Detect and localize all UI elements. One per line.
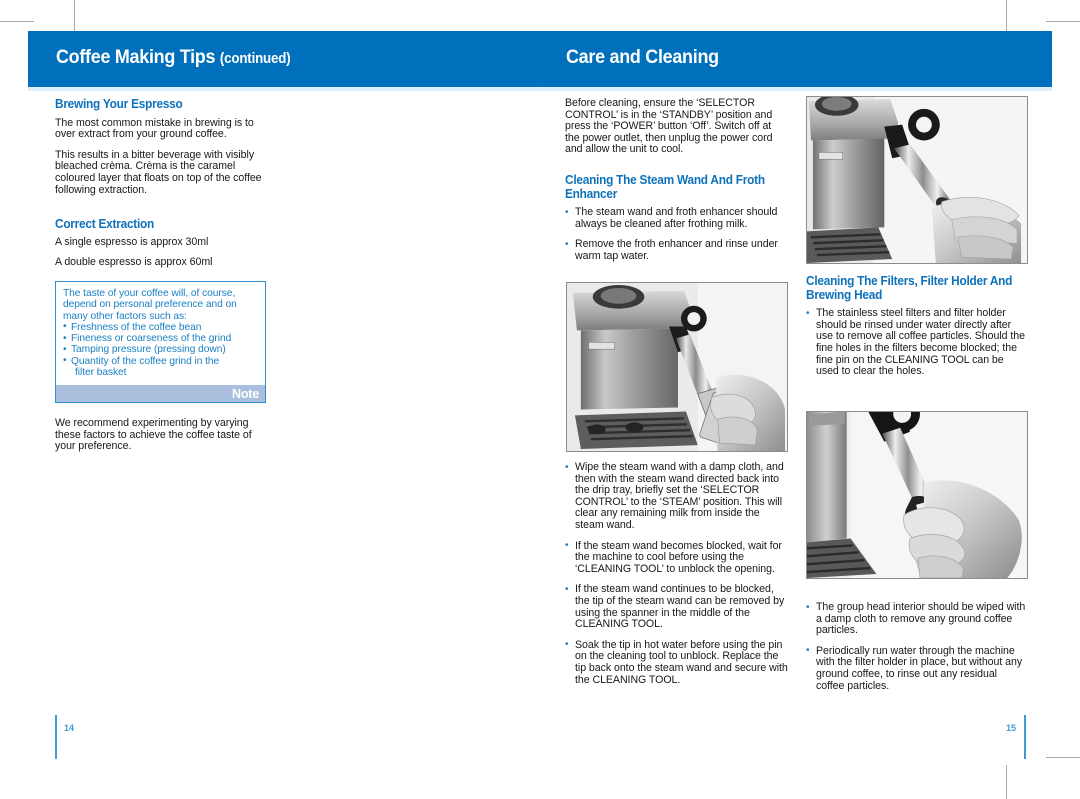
filters-bullet-list-top: The stainless steel filters and filter h… xyxy=(806,307,1028,378)
note-bullet-item: Quantity of the coffee grind in the filt… xyxy=(63,355,258,379)
list-item: Remove the froth enhancer and rinse unde… xyxy=(565,238,788,262)
list-item: The stainless steel filters and filter h… xyxy=(806,307,1028,378)
note-bullet-list: Freshness of the coffee bean Fineness or… xyxy=(63,321,258,379)
note-label-text: Note xyxy=(232,387,259,402)
header-band-seam xyxy=(540,31,541,87)
note-bullet-text: Freshness of the coffee bean xyxy=(71,321,202,333)
note-bullet-text: Tamping pressure (pressing down) xyxy=(71,344,226,356)
crop-mark-top-right-vertical xyxy=(1006,0,1007,34)
heading-brewing-your-espresso: Brewing Your Espresso xyxy=(55,97,183,111)
header-underline xyxy=(28,87,1052,91)
filters-bullet-list-bottom: The group head interior should be wiped … xyxy=(806,601,1028,692)
photo-cleaning-tool-on-wand-tip xyxy=(806,411,1028,579)
list-item: If the steam wand becomes blocked, wait … xyxy=(565,540,788,576)
photo-3-artwork xyxy=(807,412,1027,578)
right-page-right-column: Cleaning The Filters, Filter Holder And … xyxy=(806,274,1028,378)
crop-mark-top-left-horizontal xyxy=(0,21,34,22)
left-page-title-suffix: (continued) xyxy=(219,51,291,67)
note-bullet-item: Tamping pressure (pressing down) xyxy=(63,344,258,356)
right-page-number: 15 xyxy=(1005,723,1016,733)
crop-mark-bottom-right-vertical xyxy=(1006,765,1007,799)
paragraph-brewing-2: This results in a bitter beverage with v… xyxy=(55,148,262,196)
steam-wand-bullet-list-bottom: Wipe the steam wand with a damp cloth, a… xyxy=(565,461,788,686)
right-page-right-column-lower: The group head interior should be wiped … xyxy=(806,601,1028,692)
heading-cleaning-steam-wand: Cleaning The Steam Wand And Froth Enhanc… xyxy=(565,172,765,201)
note-callout-box: The taste of your coffee will, of course… xyxy=(55,281,266,404)
note-label-bar: Note xyxy=(56,385,265,403)
heading-correct-extraction: Correct Extraction xyxy=(55,217,155,232)
steam-wand-bullet-list-top: The steam wand and froth enhancer should… xyxy=(565,206,788,262)
right-page-title-text: Care and Cleaning xyxy=(566,46,719,68)
crop-mark-top-left-vertical xyxy=(74,0,75,34)
crop-mark-bottom-right-horizontal xyxy=(1046,757,1080,758)
left-folio-rule xyxy=(55,715,57,759)
note-intro-text: The taste of your coffee will, of course… xyxy=(63,288,237,322)
paragraph-single-espresso: A single espresso is approx 30ml xyxy=(55,235,209,248)
list-item: The steam wand and froth enhancer should… xyxy=(565,206,788,230)
photo-steam-wand-cleaning-tool xyxy=(806,96,1028,264)
right-page-title: Care and Cleaning xyxy=(566,46,719,69)
photo-steam-wand-froth-enhancer-removal xyxy=(566,282,788,452)
paragraph-closing-recommendation: We recommend experimenting by varying th… xyxy=(55,417,252,453)
right-folio-rule xyxy=(1024,715,1026,759)
paragraph-before-cleaning: Before cleaning, ensure the ‘SELECTOR CO… xyxy=(565,97,773,156)
note-bullet-text: Quantity of the coffee grind in the xyxy=(71,355,220,367)
list-item: Soak the tip in hot water before using t… xyxy=(565,639,788,686)
heading-cleaning-filters: Cleaning The Filters, Filter Holder And … xyxy=(806,274,1013,302)
photo-1-artwork xyxy=(807,97,1027,263)
paragraph-brewing-1: The most common mistake in brewing is to… xyxy=(55,116,254,141)
left-page-column: Brewing Your Espresso The most common mi… xyxy=(55,97,267,269)
list-item: Wipe the steam wand with a damp cloth, a… xyxy=(565,461,788,532)
note-bullet-item: Fineness or coarseness of the grind xyxy=(63,333,258,345)
note-bullet-item: Freshness of the coffee bean xyxy=(63,321,258,333)
note-bullet-text: Fineness or coarseness of the grind xyxy=(71,333,232,345)
right-page-middle-column-lower: Wipe the steam wand with a damp cloth, a… xyxy=(565,461,788,686)
left-page-title: Coffee Making Tips (continued) xyxy=(56,46,291,69)
note-bullet-continuation: filter basket xyxy=(75,367,127,379)
note-callout-content: The taste of your coffee will, of course… xyxy=(56,282,265,385)
list-item: Periodically run water through the machi… xyxy=(806,645,1028,692)
left-page-number: 14 xyxy=(64,723,75,733)
list-item: If the steam wand continues to be blocke… xyxy=(565,583,788,630)
left-page-closing-block: We recommend experimenting by varying th… xyxy=(55,417,267,453)
photo-2-artwork xyxy=(567,283,787,451)
list-item: The group head interior should be wiped … xyxy=(806,601,1028,637)
paragraph-double-espresso: A double espresso is approx 60ml xyxy=(55,256,213,269)
crop-mark-top-right-horizontal xyxy=(1046,21,1080,22)
left-page-title-text: Coffee Making Tips xyxy=(56,46,216,68)
right-page-middle-column: Before cleaning, ensure the ‘SELECTOR CO… xyxy=(565,97,788,263)
